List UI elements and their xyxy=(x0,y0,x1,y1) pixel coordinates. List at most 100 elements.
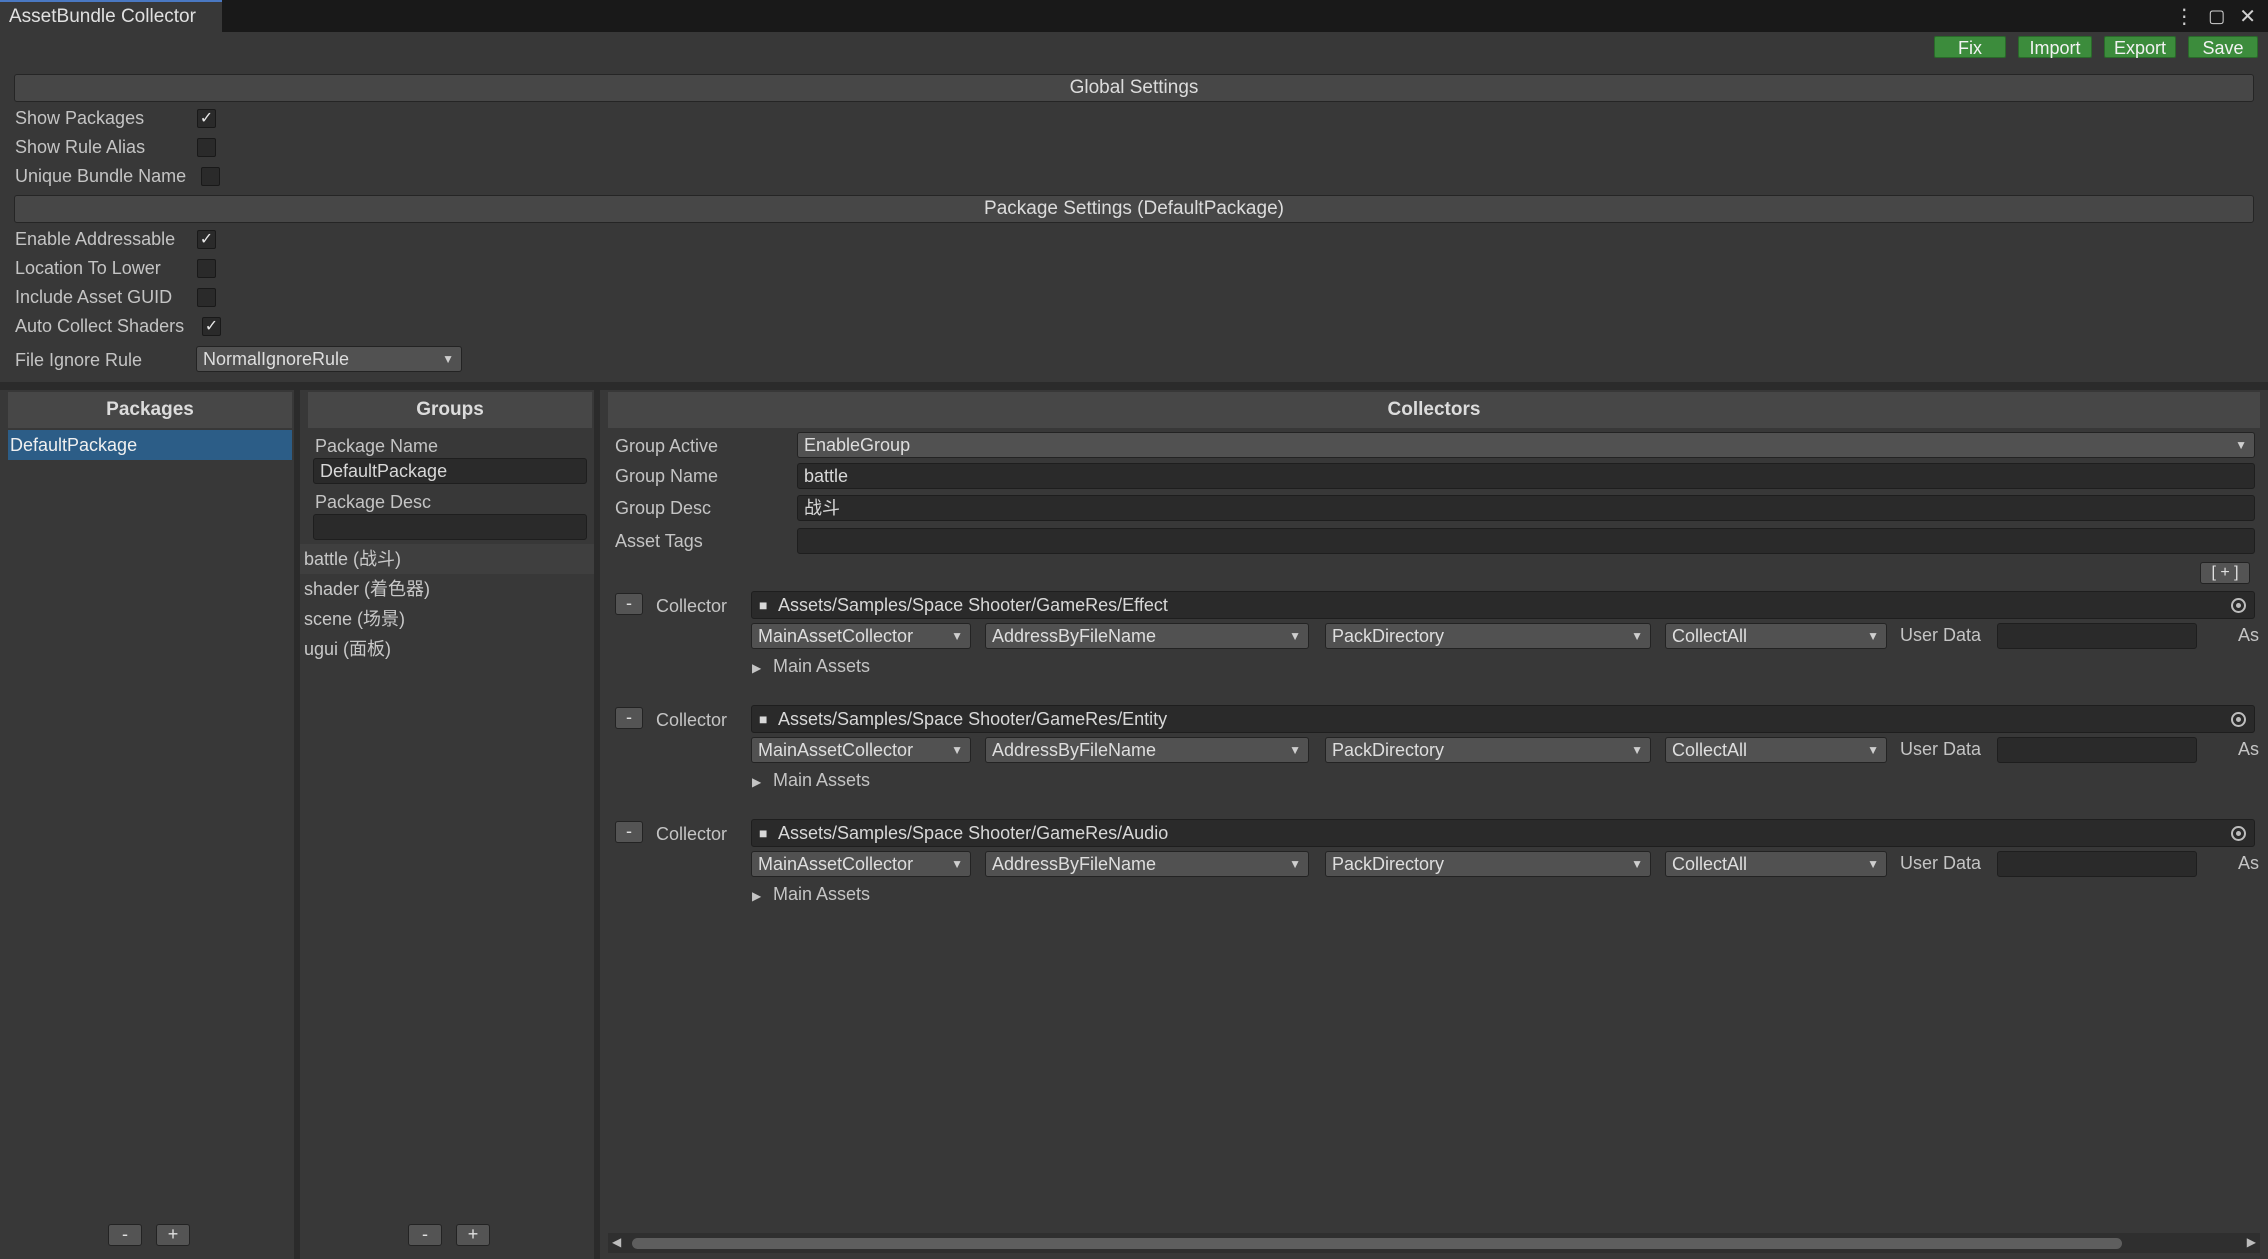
address-rule-value: AddressByFileName xyxy=(992,854,1157,874)
collector-type-dropdown[interactable]: MainAssetCollector ▼ xyxy=(751,851,971,877)
checkmark-icon: ✓ xyxy=(199,110,214,127)
filter-rule-dropdown[interactable]: CollectAll ▼ xyxy=(1665,737,1887,763)
package-settings-header[interactable]: Package Settings (DefaultPackage) xyxy=(14,195,2254,223)
main-assets-foldout[interactable]: Main Assets xyxy=(773,654,870,678)
horizontal-scrollbar[interactable]: ◀ ▶ xyxy=(608,1233,2260,1253)
dropdown-arrow-icon: ▼ xyxy=(951,629,963,643)
dropdown-arrow-icon: ▼ xyxy=(1631,743,1643,757)
expand-triangle-icon[interactable]: ▶ xyxy=(752,656,761,680)
show-packages-label: Show Packages xyxy=(15,108,145,128)
pack-rule-value: PackDirectory xyxy=(1332,626,1445,646)
collector-path-field[interactable]: ■ Assets/Samples/Space Shooter/GameRes/A… xyxy=(751,819,2255,847)
pack-rule-dropdown[interactable]: PackDirectory ▼ xyxy=(1325,623,1651,649)
expand-triangle-icon[interactable]: ▶ xyxy=(752,884,761,908)
expand-triangle-icon[interactable]: ▶ xyxy=(752,770,761,794)
remove-collector-button[interactable]: - xyxy=(615,593,643,615)
group-item-shader[interactable]: shader (着色器) xyxy=(300,574,594,604)
checkmark-icon: ✓ xyxy=(199,231,214,248)
remove-package-button[interactable]: - xyxy=(108,1224,142,1246)
add-collector-button[interactable]: [ + ] xyxy=(2200,562,2250,584)
collector-type-dropdown[interactable]: MainAssetCollector ▼ xyxy=(751,623,971,649)
address-rule-dropdown[interactable]: AddressByFileName ▼ xyxy=(985,623,1309,649)
user-data-input[interactable] xyxy=(1997,623,2197,649)
scrollbar-thumb[interactable] xyxy=(632,1238,2122,1249)
object-picker-icon[interactable] xyxy=(2231,598,2246,613)
package-item-defaultpackage[interactable]: DefaultPackage xyxy=(8,430,292,460)
asset-tags-truncated-label: As xyxy=(2238,739,2260,759)
packages-panel-header: Packages xyxy=(8,392,292,428)
dropdown-arrow-icon: ▼ xyxy=(1867,629,1879,643)
remove-group-button[interactable]: - xyxy=(408,1224,442,1246)
address-rule-dropdown[interactable]: AddressByFileName ▼ xyxy=(985,737,1309,763)
filter-rule-value: CollectAll xyxy=(1672,854,1748,874)
checkmark-icon: ✓ xyxy=(204,318,219,335)
scroll-left-arrow-icon[interactable]: ◀ xyxy=(612,1235,621,1249)
folder-icon: ■ xyxy=(759,825,768,841)
enable-addressable-checkbox[interactable]: ✓ xyxy=(197,230,216,249)
location-to-lower-checkbox[interactable] xyxy=(197,259,216,278)
remove-collector-button[interactable]: - xyxy=(615,821,643,843)
object-picker-icon[interactable] xyxy=(2231,826,2246,841)
dropdown-arrow-icon: ▼ xyxy=(951,857,963,871)
add-package-button[interactable]: + xyxy=(156,1224,190,1246)
main-assets-foldout[interactable]: Main Assets xyxy=(773,882,870,906)
file-ignore-rule-dropdown[interactable]: NormalIgnoreRule ▼ xyxy=(196,346,462,372)
close-icon[interactable]: ✕ xyxy=(2239,4,2256,29)
show-rule-alias-checkbox[interactable] xyxy=(197,138,216,157)
collector-path: Assets/Samples/Space Shooter/GameRes/Eff… xyxy=(778,595,1168,615)
dropdown-arrow-icon: ▼ xyxy=(1631,857,1643,871)
global-settings-header[interactable]: Global Settings xyxy=(14,74,2254,102)
pack-rule-dropdown[interactable]: PackDirectory ▼ xyxy=(1325,737,1651,763)
maximize-icon[interactable]: ▢ xyxy=(2208,6,2225,27)
group-item-scene[interactable]: scene (场景) xyxy=(300,604,594,634)
collector-type-dropdown[interactable]: MainAssetCollector ▼ xyxy=(751,737,971,763)
import-button[interactable]: Import xyxy=(2018,36,2092,58)
show-packages-checkbox[interactable]: ✓ xyxy=(197,109,216,128)
filter-rule-dropdown[interactable]: CollectAll ▼ xyxy=(1665,851,1887,877)
dropdown-arrow-icon: ▼ xyxy=(1289,743,1301,757)
collector-type-value: MainAssetCollector xyxy=(758,740,914,760)
collector-path: Assets/Samples/Space Shooter/GameRes/Ent… xyxy=(778,709,1168,729)
window-tab[interactable]: AssetBundle Collector xyxy=(0,0,222,32)
collector-path-field[interactable]: ■ Assets/Samples/Space Shooter/GameRes/E… xyxy=(751,591,2255,619)
group-active-label: Group Active xyxy=(615,436,719,456)
asset-tags-truncated-label: As xyxy=(2238,625,2260,645)
group-active-value: EnableGroup xyxy=(804,435,911,455)
package-desc-label: Package Desc xyxy=(315,492,432,512)
dropdown-arrow-icon: ▼ xyxy=(1867,743,1879,757)
group-active-dropdown[interactable]: EnableGroup ▼ xyxy=(797,432,2255,458)
dropdown-arrow-icon: ▼ xyxy=(1289,857,1301,871)
include-asset-guid-label: Include Asset GUID xyxy=(15,287,173,307)
add-group-button[interactable]: + xyxy=(456,1224,490,1246)
package-desc-input[interactable] xyxy=(313,514,587,540)
filter-rule-value: CollectAll xyxy=(1672,740,1748,760)
group-item-battle[interactable]: battle (战斗) xyxy=(300,544,594,574)
filter-rule-dropdown[interactable]: CollectAll ▼ xyxy=(1665,623,1887,649)
include-asset-guid-checkbox[interactable] xyxy=(197,288,216,307)
fix-button[interactable]: Fix xyxy=(1934,36,2006,58)
pack-rule-dropdown[interactable]: PackDirectory ▼ xyxy=(1325,851,1651,877)
user-data-input[interactable] xyxy=(1997,737,2197,763)
collector-path-field[interactable]: ■ Assets/Samples/Space Shooter/GameRes/E… xyxy=(751,705,2255,733)
scroll-right-arrow-icon[interactable]: ▶ xyxy=(2247,1235,2256,1249)
package-name-label: Package Name xyxy=(315,436,439,456)
group-item-ugui[interactable]: ugui (面板) xyxy=(300,634,594,664)
auto-collect-shaders-label: Auto Collect Shaders xyxy=(15,316,185,336)
object-picker-icon[interactable] xyxy=(2231,712,2246,727)
group-name-input[interactable]: battle xyxy=(797,463,2255,489)
group-desc-input[interactable]: 战斗 xyxy=(797,495,2255,521)
main-assets-foldout[interactable]: Main Assets xyxy=(773,768,870,792)
package-name-input[interactable]: DefaultPackage xyxy=(313,458,587,484)
folder-icon: ■ xyxy=(759,597,768,613)
remove-collector-button[interactable]: - xyxy=(615,707,643,729)
auto-collect-shaders-checkbox[interactable]: ✓ xyxy=(202,317,221,336)
more-options-icon[interactable]: ⋮ xyxy=(2174,4,2194,29)
address-rule-value: AddressByFileName xyxy=(992,740,1157,760)
address-rule-dropdown[interactable]: AddressByFileName ▼ xyxy=(985,851,1309,877)
asset-tags-label: Asset Tags xyxy=(615,531,703,551)
save-button[interactable]: Save xyxy=(2188,36,2258,58)
export-button[interactable]: Export xyxy=(2104,36,2176,58)
user-data-input[interactable] xyxy=(1997,851,2197,877)
unique-bundle-name-checkbox[interactable] xyxy=(201,167,220,186)
asset-tags-input[interactable] xyxy=(797,528,2255,554)
